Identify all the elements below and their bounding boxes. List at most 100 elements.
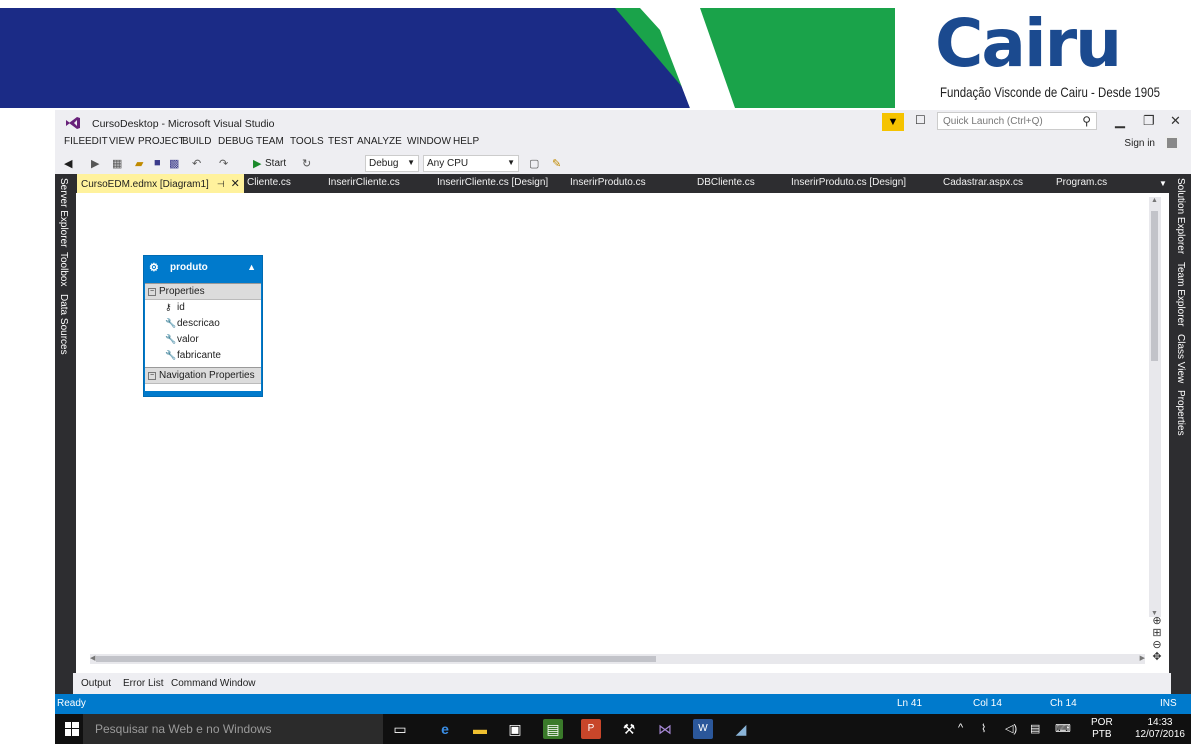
network-icon[interactable]: ⌇ [981, 722, 986, 735]
keyboard-icon[interactable]: ⌨ [1055, 722, 1071, 735]
start-button[interactable]: Start [265, 158, 286, 169]
save-icon[interactable]: ■ [154, 157, 161, 169]
powerpoint-icon[interactable]: P [581, 719, 601, 739]
language-indicator[interactable]: POR PTB [1091, 717, 1113, 741]
toolbox-tab[interactable]: Toolbox [58, 252, 69, 286]
configuration-select[interactable]: Debug ▼ [365, 155, 419, 172]
pin-icon[interactable]: ⊣ [217, 179, 225, 189]
property-label: id [177, 302, 185, 313]
word-icon[interactable]: W [693, 719, 713, 739]
feedback-icon[interactable]: ☐ [915, 113, 926, 127]
menu-view[interactable]: VIEW [109, 136, 135, 147]
tab-overflow-icon[interactable]: ▼ [1159, 179, 1167, 188]
collapse-box-icon[interactable]: − [148, 372, 156, 380]
scroll-thumb[interactable] [96, 656, 656, 662]
scroll-left-icon[interactable]: ◀ [90, 654, 95, 662]
server-explorer-tab[interactable]: Server Explorer [58, 178, 69, 247]
tab-inserircliente-design[interactable]: InserirCliente.cs [Design] [437, 177, 548, 188]
tab-inserircliente[interactable]: InserirCliente.cs [328, 177, 400, 188]
menu-analyze[interactable]: ANALYZE [357, 136, 402, 147]
horizontal-scrollbar[interactable]: ◀ ▶ [90, 654, 1145, 664]
refresh-icon[interactable]: ↻ [302, 157, 311, 170]
vertical-scrollbar[interactable]: ▲ ▼ [1149, 197, 1161, 617]
tab-error-list[interactable]: Error List [123, 678, 164, 689]
open-file-icon[interactable]: ▰ [135, 157, 143, 170]
team-explorer-tab[interactable]: Team Explorer [1175, 262, 1186, 326]
save-all-icon[interactable]: ▩ [169, 157, 179, 170]
scroll-up-icon[interactable]: ▲ [1151, 197, 1158, 204]
menu-edit[interactable]: EDIT [85, 136, 108, 147]
restore-button[interactable]: ❐ [1143, 113, 1155, 129]
collapse-icon[interactable]: ▲ [247, 262, 256, 272]
quick-launch-input[interactable]: Quick Launch (Ctrl+Q) ⚲ [937, 112, 1097, 130]
menu-debug[interactable]: DEBUG [218, 136, 254, 147]
solution-explorer-tab[interactable]: Solution Explorer [1175, 178, 1186, 254]
remote-desktop-icon[interactable]: ⚒ [619, 719, 639, 739]
menu-team[interactable]: TEAM [256, 136, 284, 147]
menu-project[interactable]: PROJECT [138, 136, 185, 147]
tab-cadastrar[interactable]: Cadastrar.aspx.cs [943, 177, 1023, 188]
tab-command-window[interactable]: Command Window [171, 678, 255, 689]
menu-build[interactable]: BUILD [182, 136, 211, 147]
find-icon[interactable]: ▢ [529, 157, 539, 170]
clock[interactable]: 14:33 12/07/2016 [1135, 717, 1185, 741]
edge-icon[interactable]: e [435, 719, 455, 739]
zoom-in-icon[interactable]: ⊕ [1149, 615, 1165, 627]
tab-dbcliente[interactable]: DBCliente.cs [697, 177, 755, 188]
diagram-canvas[interactable]: ⚙ produto ▲ − Properties ⚷ id 🔧descricao 🔧… [73, 193, 1171, 673]
store-icon[interactable]: ▣ [505, 719, 525, 739]
tab-inserirproduto[interactable]: InserirProduto.cs [570, 177, 646, 188]
action-center-icon[interactable]: ▤ [1030, 722, 1040, 735]
close-icon[interactable]: ✕ [231, 178, 240, 190]
file-explorer-icon[interactable]: ▬ [470, 719, 490, 739]
class-view-tab[interactable]: Class View [1175, 334, 1186, 383]
new-project-icon[interactable]: ▦ [112, 157, 122, 170]
navigation-properties-section[interactable]: − Navigation Properties [145, 367, 261, 384]
tab-program[interactable]: Program.cs [1056, 177, 1107, 188]
properties-section[interactable]: − Properties [145, 283, 261, 300]
pan-icon[interactable]: ✥ [1149, 651, 1165, 663]
property-id[interactable]: ⚷ id [165, 302, 185, 313]
tab-inserirproduto-design[interactable]: InserirProduto.cs [Design] [791, 177, 906, 188]
menu-tools[interactable]: TOOLS [290, 136, 324, 147]
platform-select[interactable]: Any CPU ▼ [423, 155, 519, 172]
collapse-box-icon[interactable]: − [148, 288, 156, 296]
tab-output[interactable]: Output [81, 678, 111, 689]
entity-produto[interactable]: ⚙ produto ▲ − Properties ⚷ id 🔧descricao 🔧… [143, 255, 263, 397]
property-descricao[interactable]: 🔧descricao [165, 318, 220, 329]
taskbar-search-input[interactable]: Pesquisar na Web e no Windows [83, 714, 383, 744]
zoom-fit-icon[interactable]: ⊞ [1149, 627, 1165, 639]
entity-header[interactable]: ⚙ produto ▲ [144, 256, 262, 280]
scroll-right-icon[interactable]: ▶ [1140, 654, 1145, 662]
back-icon[interactable]: ◀ [64, 157, 72, 170]
data-sources-tab[interactable]: Data Sources [58, 294, 69, 355]
account-icon[interactable] [1165, 136, 1179, 150]
property-fabricante[interactable]: 🔧fabricante [165, 350, 221, 361]
tab-cliente[interactable]: Cliente.cs [247, 177, 291, 188]
menu-test[interactable]: TEST [328, 136, 354, 147]
pin-icon[interactable]: ✎ [552, 157, 561, 170]
menu-help[interactable]: HELP [453, 136, 479, 147]
scroll-thumb[interactable] [1151, 211, 1158, 361]
properties-tab[interactable]: Properties [1175, 390, 1186, 436]
notification-filter-icon[interactable]: ▼ [882, 113, 904, 131]
zoom-out-icon[interactable]: ⊖ [1149, 639, 1165, 651]
tab-cursoedm-diagram[interactable]: CursoEDM.edmx [Diagram1] ⊣ ✕ [77, 174, 244, 193]
menu-file[interactable]: FILE [64, 136, 85, 147]
app-icon[interactable]: ◢ [731, 719, 751, 739]
redo-icon[interactable]: ↷ [219, 157, 228, 170]
property-valor[interactable]: 🔧valor [165, 334, 199, 345]
windows-start-icon[interactable] [65, 722, 79, 736]
undo-icon[interactable]: ↶ [192, 157, 201, 170]
volume-icon[interactable]: ◁) [1005, 722, 1017, 735]
visual-studio-taskbar-icon[interactable]: ⋈ [655, 719, 675, 739]
close-button[interactable]: ✕ [1170, 113, 1181, 129]
tray-overflow-icon[interactable]: ^ [958, 722, 963, 734]
minimize-button[interactable]: ▁ [1115, 113, 1125, 129]
task-view-icon[interactable]: ▭ [390, 719, 410, 739]
sign-in-link[interactable]: Sign in [1124, 138, 1155, 149]
menu-window[interactable]: WINDOW [407, 136, 451, 147]
forward-icon[interactable]: ▶ [91, 157, 99, 170]
start-icon[interactable]: ▶ [253, 157, 261, 170]
movie-maker-icon[interactable]: ▤ [543, 719, 563, 739]
